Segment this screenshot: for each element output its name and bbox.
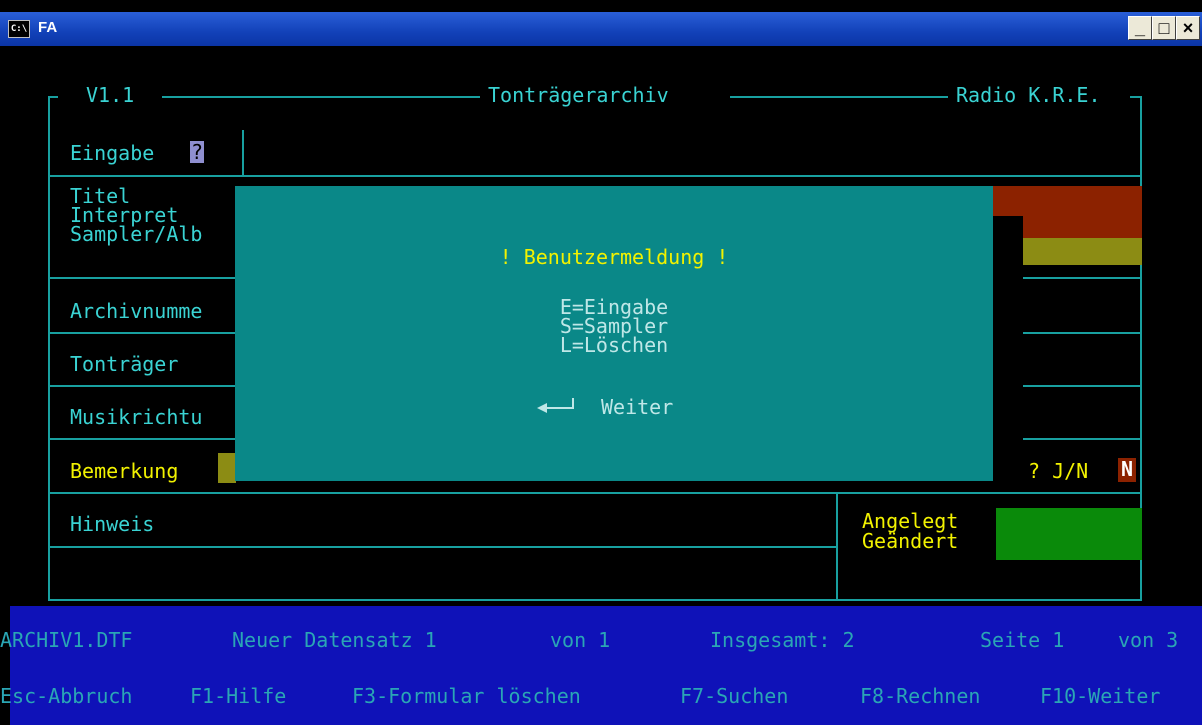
status-page: Seite 1 xyxy=(980,628,1065,652)
dialog-shadow xyxy=(993,216,1023,481)
frame-top-mid2 xyxy=(730,96,948,98)
archivnummer-label: Archivnumme xyxy=(70,299,203,323)
separator-eingabe xyxy=(48,175,1142,177)
musikrichtung-label: Musikrichtu xyxy=(70,405,203,429)
window-title: FA xyxy=(38,19,58,36)
dialog-title: ! Benutzermeldung ! xyxy=(499,245,729,269)
separator-bemerkung xyxy=(48,492,1142,494)
date-field xyxy=(996,508,1142,560)
geaendert-label: Geändert xyxy=(862,529,959,553)
eingabe-label: Eingabe xyxy=(70,141,155,165)
console-area: V1.1 Tonträgerarchiv Radio K.R.E. Eingab… xyxy=(0,46,1202,725)
maximize-button[interactable]: □ xyxy=(1152,16,1176,40)
minimize-button[interactable]: _ xyxy=(1128,16,1152,40)
fkey-f3-formular-loeschen[interactable]: F3-Formular löschen xyxy=(352,685,581,707)
tontraeger-label: Tonträger xyxy=(70,352,179,376)
status-filename: ARCHIV1.DTF xyxy=(0,628,133,652)
fkey-esc-abbruch[interactable]: Esc-Abbruch xyxy=(0,685,132,707)
frame-bottom xyxy=(48,599,1142,601)
hinweis-label: Hinweis xyxy=(70,512,155,536)
jn-field[interactable]: N xyxy=(1118,458,1136,482)
status-page-of: von 3 xyxy=(1118,628,1179,652)
eingabe-cursor[interactable]: ? xyxy=(190,141,204,163)
title-bar[interactable]: C:\ FA _ □ × xyxy=(0,12,1202,46)
frame-left xyxy=(48,96,50,601)
status-record: Neuer Datensatz 1 xyxy=(232,628,437,652)
hinweis-divider xyxy=(836,494,838,601)
enter-arrow-icon xyxy=(537,398,574,413)
frame-top-right xyxy=(1130,96,1142,98)
fkey-f1-hilfe[interactable]: F1-Hilfe xyxy=(190,685,286,707)
station-label: Radio K.R.E. xyxy=(956,83,1101,107)
fkey-f7-suchen[interactable]: F7-Suchen xyxy=(680,685,788,707)
dialog-option-loeschen[interactable]: L=Löschen xyxy=(235,335,993,355)
continue-label: Weiter xyxy=(601,395,674,419)
fkey-f10-weiter[interactable]: F10-Weiter xyxy=(1040,685,1160,707)
status-bar: ARCHIV1.DTF Neuer Datensatz 1 von 1 Insg… xyxy=(0,606,1202,725)
bemerkung-field[interactable] xyxy=(218,453,236,483)
sampler-field[interactable] xyxy=(1023,238,1142,265)
status-record-of: von 1 xyxy=(550,628,611,652)
frame-top-left xyxy=(48,96,58,98)
angelegt-label: Angelegt xyxy=(862,509,959,533)
bemerkung-label: Bemerkung xyxy=(70,459,179,483)
console-window: C:\ FA _ □ × V1.1 Tonträgerarchiv Radio … xyxy=(0,0,1202,725)
version-label: V1.1 xyxy=(86,83,135,107)
sampler-label: Sampler/Alb xyxy=(70,222,203,246)
jn-prompt: ? J/N xyxy=(1028,459,1089,483)
fkey-f8-rechnen[interactable]: F8-Rechnen xyxy=(860,685,980,707)
close-button[interactable]: × xyxy=(1176,16,1200,40)
frame-top-mid1 xyxy=(162,96,480,98)
message-dialog: ! Benutzermeldung ! E=Eingabe S=Sampler … xyxy=(235,186,993,481)
eingabe-divider xyxy=(242,130,244,175)
separator-hinweis xyxy=(48,546,838,548)
app-title: Tonträgerarchiv xyxy=(488,83,669,107)
continue-button[interactable]: Weiter xyxy=(535,396,705,422)
status-total: Insgesamt: 2 xyxy=(710,628,855,652)
console-icon: C:\ xyxy=(8,20,30,38)
